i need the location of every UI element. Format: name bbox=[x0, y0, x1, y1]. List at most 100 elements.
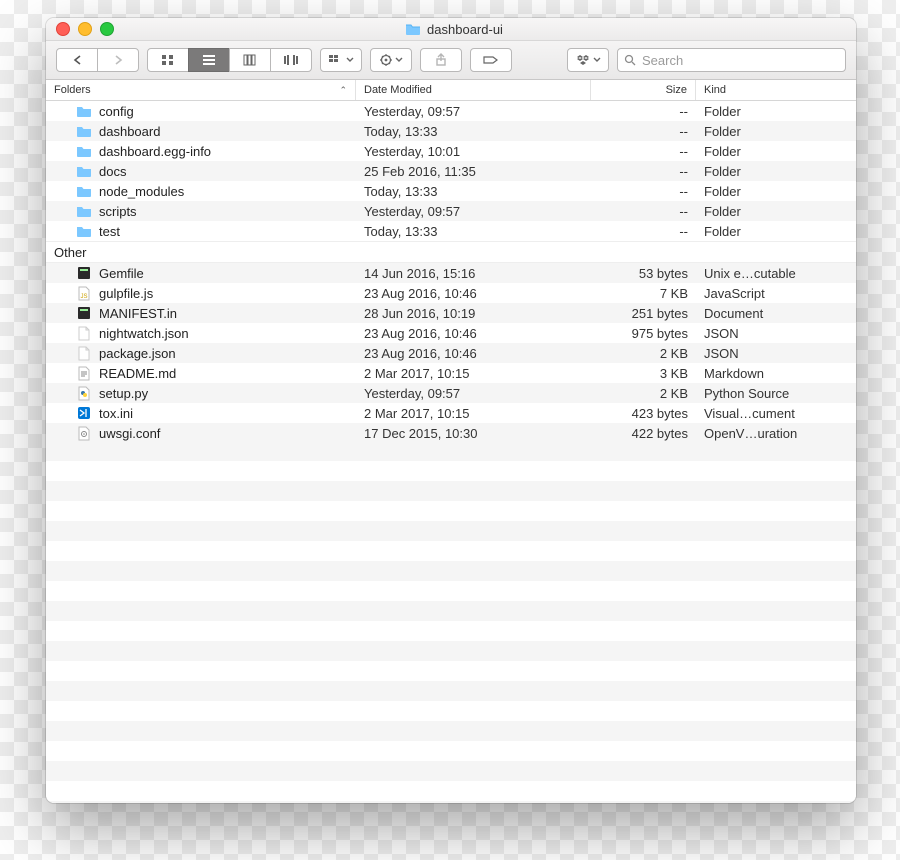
search-icon bbox=[624, 54, 636, 66]
file-row[interactable]: uwsgi.conf17 Dec 2015, 10:30422 bytesOpe… bbox=[46, 423, 856, 443]
file-date: Yesterday, 10:01 bbox=[356, 144, 591, 159]
file-row[interactable]: tox.ini2 Mar 2017, 10:15423 bytesVisual…… bbox=[46, 403, 856, 423]
icon-view-button[interactable] bbox=[147, 48, 189, 72]
file-date: 23 Aug 2016, 10:46 bbox=[356, 326, 591, 341]
blank-icon bbox=[76, 325, 92, 341]
file-kind: Folder bbox=[696, 144, 856, 159]
file-size: -- bbox=[591, 144, 696, 159]
file-date: 25 Feb 2016, 11:35 bbox=[356, 164, 591, 179]
column-header-size[interactable]: Size bbox=[591, 80, 696, 100]
folder-icon bbox=[76, 183, 92, 199]
file-kind: Folder bbox=[696, 204, 856, 219]
file-kind: JavaScript bbox=[696, 286, 856, 301]
column-view-button[interactable] bbox=[229, 48, 271, 72]
js-icon: JS bbox=[76, 285, 92, 301]
file-kind: Document bbox=[696, 306, 856, 321]
folder-icon bbox=[405, 22, 421, 36]
file-row[interactable]: docs25 Feb 2016, 11:35--Folder bbox=[46, 161, 856, 181]
zoom-window-icon[interactable] bbox=[100, 22, 114, 36]
file-name: README.md bbox=[99, 366, 176, 381]
folder-icon bbox=[76, 123, 92, 139]
file-kind: Folder bbox=[696, 184, 856, 199]
action-button[interactable] bbox=[370, 48, 412, 72]
share-button[interactable] bbox=[420, 48, 462, 72]
file-size: -- bbox=[591, 184, 696, 199]
arrange-button[interactable] bbox=[320, 48, 362, 72]
file-name: nightwatch.json bbox=[99, 326, 189, 341]
exec-icon bbox=[76, 305, 92, 321]
file-date: 2 Mar 2017, 10:15 bbox=[356, 406, 591, 421]
file-size: 53 bytes bbox=[591, 266, 696, 281]
vs-icon bbox=[76, 405, 92, 421]
file-kind: Visual…cument bbox=[696, 406, 856, 421]
file-size: 7 KB bbox=[591, 286, 696, 301]
file-size: -- bbox=[591, 124, 696, 139]
file-size: 2 KB bbox=[591, 386, 696, 401]
file-row[interactable]: test Today, 13:33--Folder bbox=[46, 221, 856, 241]
text-icon bbox=[76, 365, 92, 381]
file-kind: JSON bbox=[696, 326, 856, 341]
py-icon bbox=[76, 385, 92, 401]
file-size: -- bbox=[591, 164, 696, 179]
file-row[interactable]: JSgulpfile.js23 Aug 2016, 10:467 KBJavaS… bbox=[46, 283, 856, 303]
file-row[interactable]: setup.pyYesterday, 09:572 KBPython Sourc… bbox=[46, 383, 856, 403]
file-size: -- bbox=[591, 204, 696, 219]
file-name: docs bbox=[99, 164, 126, 179]
search-field[interactable] bbox=[617, 48, 846, 72]
file-name: test bbox=[99, 224, 120, 239]
file-size: -- bbox=[591, 224, 696, 239]
file-kind: Folder bbox=[696, 104, 856, 119]
forward-button[interactable] bbox=[97, 48, 139, 72]
file-row[interactable]: dashboard.egg-info Yesterday, 10:01--Fold… bbox=[46, 141, 856, 161]
view-switcher bbox=[147, 48, 312, 72]
file-date: 2 Mar 2017, 10:15 bbox=[356, 366, 591, 381]
file-size: 251 bytes bbox=[591, 306, 696, 321]
file-row[interactable]: node_modulesToday, 13:33--Folder bbox=[46, 181, 856, 201]
list-view-button[interactable] bbox=[188, 48, 230, 72]
file-date: 23 Aug 2016, 10:46 bbox=[356, 346, 591, 361]
file-size: 975 bytes bbox=[591, 326, 696, 341]
search-input[interactable] bbox=[642, 53, 839, 68]
titlebar[interactable]: dashboard-ui bbox=[46, 18, 856, 41]
file-name: dashboard bbox=[99, 124, 160, 139]
file-kind: Folder bbox=[696, 124, 856, 139]
folder-icon bbox=[76, 203, 92, 219]
sort-ascending-icon: ⌃ bbox=[339, 85, 347, 96]
file-row[interactable]: package.json 23 Aug 2016, 10:462 KBJSON bbox=[46, 343, 856, 363]
finder-window: dashboard-ui Folders⌃ Date Modified Size… bbox=[46, 18, 856, 803]
file-date: Today, 13:33 bbox=[356, 224, 591, 239]
file-row[interactable]: dashboardToday, 13:33--Folder bbox=[46, 121, 856, 141]
file-row[interactable]: configYesterday, 09:57--Folder bbox=[46, 101, 856, 121]
column-header-date[interactable]: Date Modified bbox=[356, 80, 591, 100]
file-name: package.json bbox=[99, 346, 176, 361]
folder-icon bbox=[76, 143, 92, 159]
window-controls bbox=[56, 22, 114, 36]
file-row[interactable]: scriptsYesterday, 09:57--Folder bbox=[46, 201, 856, 221]
coverflow-view-button[interactable] bbox=[270, 48, 312, 72]
file-kind: OpenV…uration bbox=[696, 426, 856, 441]
file-row[interactable]: Gemfile14 Jun 2016, 15:1653 bytesUnix e…… bbox=[46, 263, 856, 283]
file-row[interactable]: MANIFEST.in28 Jun 2016, 10:19251 bytesDo… bbox=[46, 303, 856, 323]
back-button[interactable] bbox=[56, 48, 98, 72]
tags-button[interactable] bbox=[470, 48, 512, 72]
column-header-name[interactable]: Folders⌃ bbox=[46, 80, 356, 100]
file-size: 2 KB bbox=[591, 346, 696, 361]
window-title: dashboard-ui bbox=[114, 22, 794, 37]
file-row[interactable]: README.md2 Mar 2017, 10:153 KBMarkdown bbox=[46, 363, 856, 383]
file-name: config bbox=[99, 104, 134, 119]
column-header-kind[interactable]: Kind bbox=[696, 80, 856, 100]
file-name: node_modules bbox=[99, 184, 184, 199]
toolbar bbox=[46, 41, 856, 80]
file-name: setup.py bbox=[99, 386, 148, 401]
folder-icon bbox=[76, 103, 92, 119]
dropbox-button[interactable] bbox=[567, 48, 609, 72]
exec-icon bbox=[76, 265, 92, 281]
file-kind: JSON bbox=[696, 346, 856, 361]
file-date: 14 Jun 2016, 15:16 bbox=[356, 266, 591, 281]
nav-buttons bbox=[56, 48, 139, 72]
file-kind: Folder bbox=[696, 224, 856, 239]
minimize-window-icon[interactable] bbox=[78, 22, 92, 36]
file-row[interactable]: nightwatch.json 23 Aug 2016, 10:46975 byt… bbox=[46, 323, 856, 343]
file-name: dashboard.egg-info bbox=[99, 144, 211, 159]
close-window-icon[interactable] bbox=[56, 22, 70, 36]
